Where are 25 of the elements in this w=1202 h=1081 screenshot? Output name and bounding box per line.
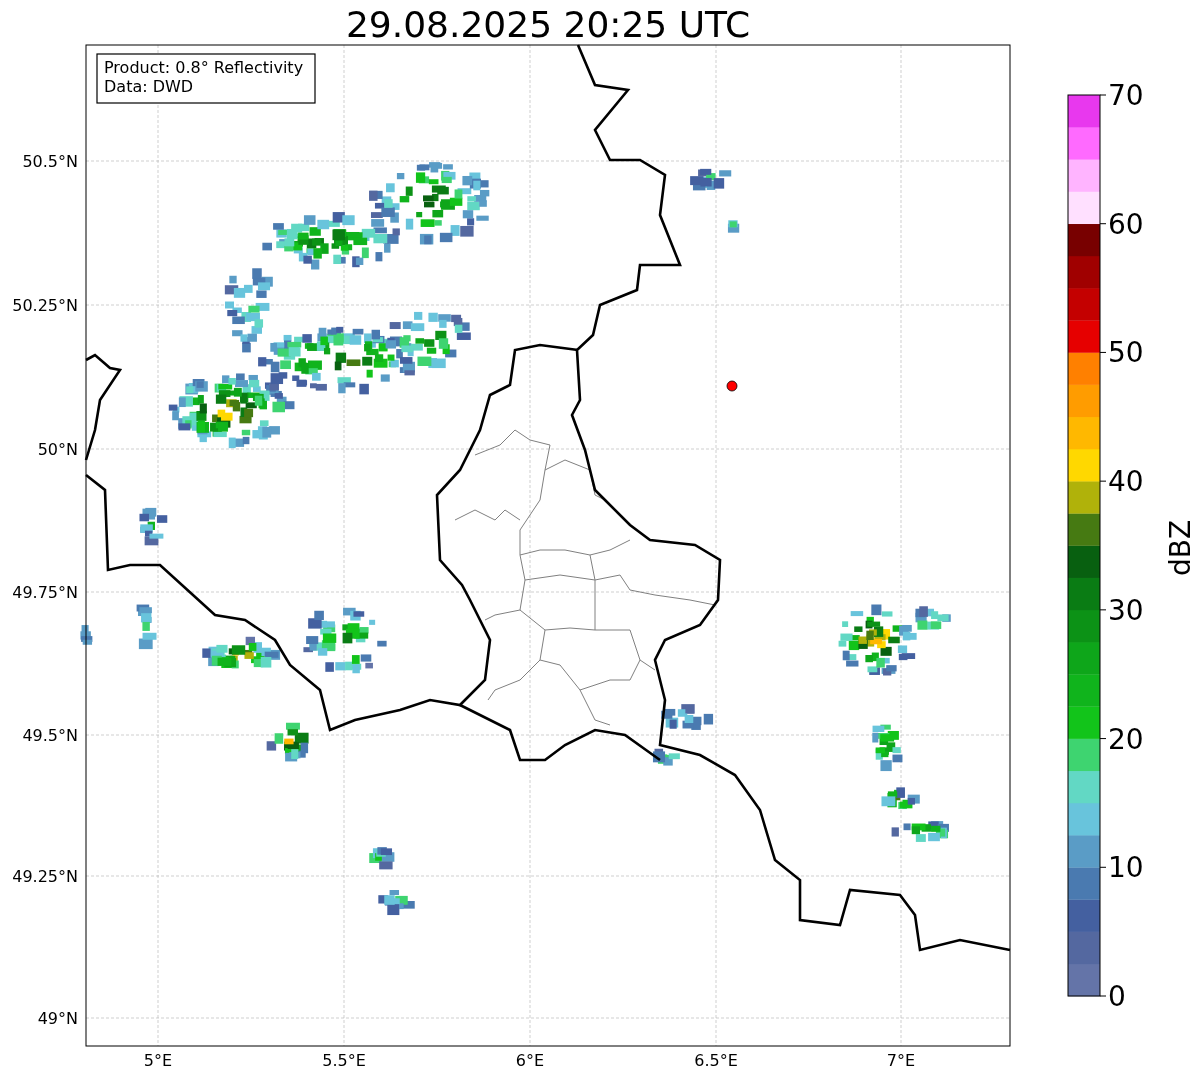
longitude-label: 5°E	[143, 1051, 173, 1070]
longitude-label: 5.5°E	[322, 1051, 366, 1070]
longitude-label: 7°E	[886, 1051, 916, 1070]
colorbar-tick-label: 40	[1108, 465, 1144, 499]
info-text: Data: DWD	[104, 77, 194, 96]
latitude-label: 49.25°N	[12, 867, 78, 886]
info-text: Product: 0.8° Reflectivity	[104, 58, 304, 77]
colorbar-tick-label: 60	[1108, 207, 1144, 241]
chart-title: 29.08.2025 20:25 UTC	[345, 4, 751, 45]
location-marker-icon	[726, 380, 738, 392]
colorbar-tick-label: 30	[1108, 593, 1144, 627]
colorbar-tick-label: 70	[1108, 79, 1144, 112]
colorbar-label: dBZ	[1164, 519, 1197, 577]
latitude-label: 50.5°N	[22, 152, 78, 171]
latitude-label: 49.5°N	[22, 726, 78, 745]
longitude-label: 6°E	[515, 1051, 545, 1070]
colorbar-tick-label: 50	[1108, 336, 1144, 370]
latitude-label: 49.75°N	[12, 583, 78, 602]
latitude-label: 49°N	[37, 1009, 78, 1028]
longitude-label: 6.5°E	[694, 1051, 738, 1070]
colorbar-tick-label: 20	[1108, 722, 1144, 756]
colorbar-tick-label: 10	[1108, 851, 1144, 885]
latitude-label: 50.25°N	[12, 296, 78, 315]
latitude-label: 50°N	[37, 440, 78, 459]
colorbar-tick-label: 0	[1108, 980, 1126, 1013]
